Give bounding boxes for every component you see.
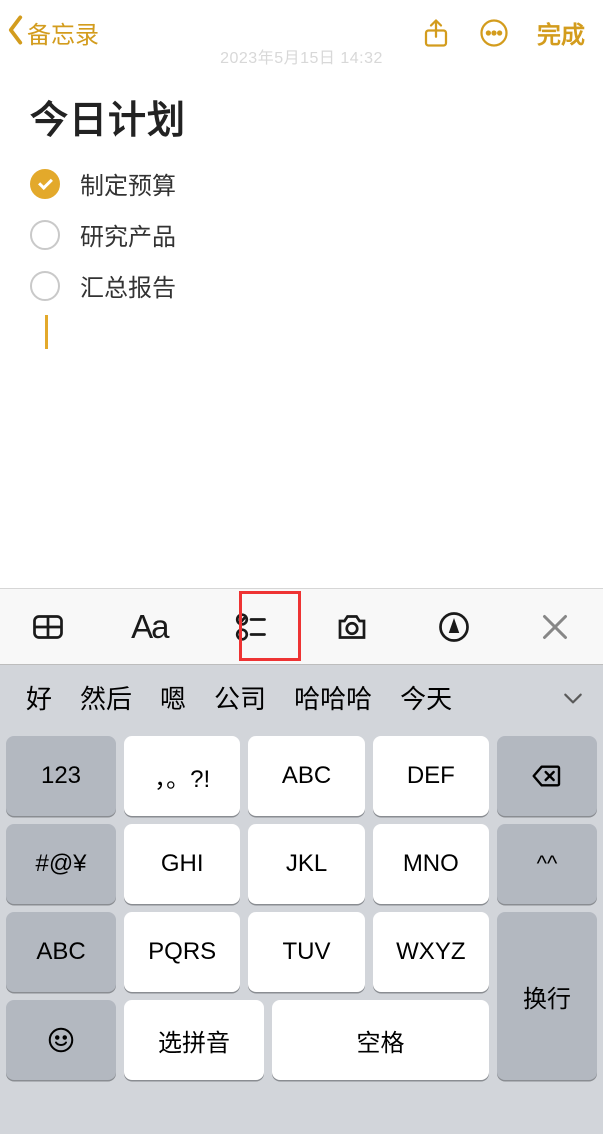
- check-item[interactable]: 汇总报告: [30, 260, 573, 311]
- checklist: 制定预算研究产品汇总报告: [30, 158, 573, 311]
- candidate-word[interactable]: 嗯: [146, 679, 200, 716]
- format-toolbar: Aa: [0, 588, 603, 664]
- candidate-word[interactable]: 哈哈哈: [280, 679, 386, 716]
- key-punct[interactable]: ，。?!: [124, 736, 240, 816]
- candidate-expand-icon[interactable]: [549, 674, 597, 722]
- note-title: 今日计划: [30, 89, 573, 144]
- share-icon[interactable]: [421, 18, 451, 48]
- key-123[interactable]: 123: [6, 736, 116, 816]
- key-symbols[interactable]: #@¥: [6, 824, 116, 904]
- checkbox-empty-icon[interactable]: [30, 220, 60, 250]
- table-icon[interactable]: [22, 599, 74, 655]
- key-abc-mode[interactable]: ABC: [6, 912, 116, 992]
- key-select-pinyin[interactable]: 选拼音: [124, 1000, 264, 1080]
- close-keyboard-icon[interactable]: [530, 599, 582, 655]
- key-return[interactable]: 换行: [497, 912, 597, 1080]
- nav-bar: 备忘录 2023年5月15日 14:32 完成: [0, 0, 603, 61]
- checklist-icon[interactable]: [225, 599, 277, 655]
- candidate-word[interactable]: 公司: [200, 679, 280, 716]
- key-space[interactable]: 空格: [272, 1000, 489, 1080]
- candidate-bar: 好然后嗯公司哈哈哈今天: [0, 664, 603, 730]
- candidate-word[interactable]: 然后: [66, 679, 146, 716]
- key-emoji[interactable]: [6, 1000, 116, 1080]
- candidate-word[interactable]: 好: [12, 679, 66, 716]
- note-timestamp: 2023年5月15日 14:32: [220, 44, 383, 68]
- text-cursor: [45, 315, 48, 349]
- note-body[interactable]: 今日计划 制定预算研究产品汇总报告: [0, 61, 603, 588]
- camera-icon[interactable]: [327, 599, 379, 655]
- key-delete[interactable]: [497, 736, 597, 816]
- check-label: 制定预算: [80, 166, 176, 201]
- key-face[interactable]: ^^: [497, 824, 597, 904]
- key-tuv[interactable]: TUV: [248, 912, 364, 992]
- back-label: 备忘录: [27, 15, 99, 50]
- key-mno[interactable]: MNO: [373, 824, 489, 904]
- key-ghi[interactable]: GHI: [124, 824, 240, 904]
- key-wxyz[interactable]: WXYZ: [373, 912, 489, 992]
- keyboard: 123 ，。?! ABC DEF #@¥ GHI JKL MNO ^^ ABC …: [0, 730, 603, 1134]
- more-icon[interactable]: [479, 18, 509, 48]
- check-label: 汇总报告: [80, 268, 176, 303]
- check-label: 研究产品: [80, 217, 176, 252]
- text-format-button[interactable]: Aa: [124, 599, 176, 655]
- check-item[interactable]: 制定预算: [30, 158, 573, 209]
- key-def[interactable]: DEF: [373, 736, 489, 816]
- key-jkl[interactable]: JKL: [248, 824, 364, 904]
- candidate-word[interactable]: 今天: [386, 679, 466, 716]
- markup-icon[interactable]: [428, 599, 480, 655]
- checkbox-empty-icon[interactable]: [30, 271, 60, 301]
- done-button[interactable]: 完成: [537, 15, 585, 50]
- chevron-left-icon: [6, 14, 25, 51]
- check-item[interactable]: 研究产品: [30, 209, 573, 260]
- key-pqrs[interactable]: PQRS: [124, 912, 240, 992]
- back-button[interactable]: 备忘录: [6, 14, 99, 51]
- checkbox-checked-icon[interactable]: [30, 169, 60, 199]
- key-abc[interactable]: ABC: [248, 736, 364, 816]
